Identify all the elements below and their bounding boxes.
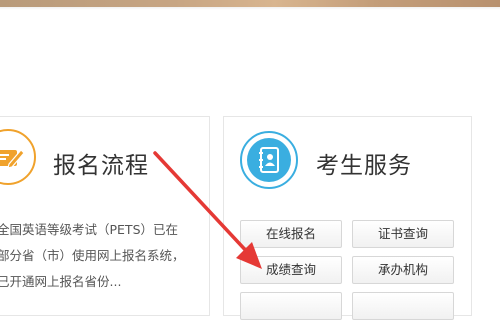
score-query-button[interactable]: 成绩查询 [240, 256, 342, 284]
description-line: 已开通网上报名省份... [0, 274, 122, 289]
address-book-icon [247, 138, 291, 182]
description-line: 部分省（市）使用网上报名系统， [0, 248, 185, 263]
header-banner-edge [0, 0, 500, 10]
description-line: 全国英语等级考试（PETS）已在 [0, 222, 179, 237]
address-book-icon-ring [240, 131, 298, 189]
candidate-services-title: 考生服务 [316, 153, 412, 179]
service-button[interactable] [240, 292, 342, 320]
organizer-button[interactable]: 承办机构 [352, 256, 454, 284]
service-button[interactable] [352, 292, 454, 320]
online-registration-button[interactable]: 在线报名 [240, 220, 342, 248]
certificate-query-button[interactable]: 证书查询 [352, 220, 454, 248]
registration-description: 全国英语等级考试（PETS）已在 部分省（市）使用网上报名系统， 已开通网上报名… [0, 217, 197, 295]
registration-process-title: 报名流程 [53, 153, 149, 179]
